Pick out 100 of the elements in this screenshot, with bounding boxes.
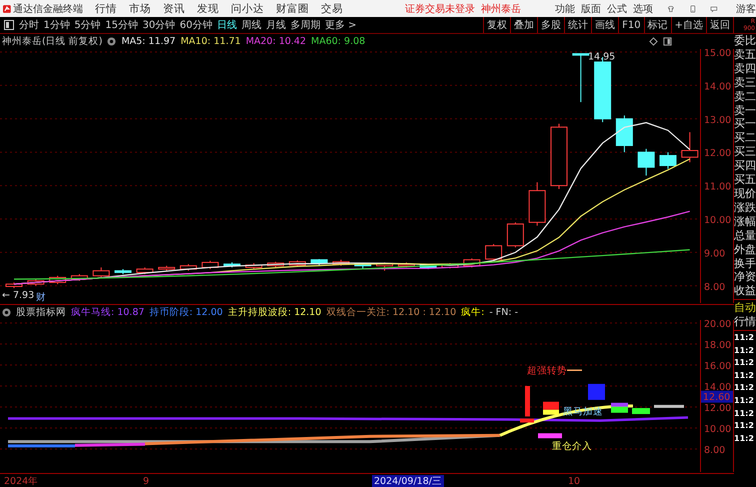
price-axis-label: 15.00 <box>704 49 732 59</box>
menu-item[interactable]: 公式 <box>606 2 627 16</box>
diamond-icon[interactable] <box>649 37 658 46</box>
candle <box>550 123 568 190</box>
user-label[interactable]: 游客 <box>736 2 756 16</box>
period-tab[interactable]: 分时 <box>19 18 39 32</box>
candle <box>27 278 44 286</box>
quote-label: 买三 <box>734 145 756 160</box>
period-tab[interactable]: 周线 <box>241 18 262 32</box>
quote-label: 外盘 <box>734 242 756 256</box>
phone-icon[interactable] <box>688 2 696 14</box>
quote-label: 卖五 <box>734 48 756 62</box>
legend-value: 疯牛: <box>461 306 484 319</box>
menu-item[interactable]: 选项 <box>632 2 653 16</box>
candle <box>376 262 394 272</box>
toolbar-button[interactable]: +自选 <box>670 17 706 33</box>
period-tab[interactable]: 月线 <box>266 18 286 32</box>
period-tab[interactable]: 更多 > <box>324 18 357 32</box>
candle <box>463 258 480 268</box>
quote-label: 买五 <box>734 173 756 187</box>
legend-value: 疯牛马线: 10.87 <box>71 306 144 319</box>
high-price-label: 14.95 <box>588 52 616 63</box>
quote-label: 净资 <box>734 270 756 284</box>
tick-time: 11:2 <box>734 357 755 370</box>
period-tab[interactable]: 多周期 <box>290 18 320 32</box>
candle <box>572 53 590 103</box>
period-tab[interactable]: 1分钟 <box>44 18 70 32</box>
price-axis-label: 14.00 <box>704 81 732 92</box>
price-axis-label: 11.00 <box>704 182 732 193</box>
candle <box>267 261 284 268</box>
finance-marker[interactable]: 财 <box>36 292 46 303</box>
signal-block <box>588 384 605 400</box>
settings-icon[interactable] <box>107 37 116 46</box>
menu-item[interactable]: 问小达 <box>230 2 264 16</box>
candle <box>398 262 415 268</box>
signal-mark <box>567 370 582 371</box>
candle <box>245 262 262 270</box>
indicator-annotation: 超强转势 <box>527 365 567 376</box>
tick-time: 11:2 <box>734 332 755 344</box>
legend-value: - FN: - <box>489 307 518 318</box>
menu-item[interactable]: 资讯 <box>162 2 185 16</box>
period-tab[interactable]: 60分钟 <box>180 18 212 32</box>
auto-label[interactable]: 自动 <box>734 301 756 316</box>
tick-time: 11:2 <box>734 382 755 394</box>
legend-value: MA10: 11.71 <box>180 36 241 47</box>
period-tab[interactable]: 日线 <box>216 18 237 32</box>
quote-label: 卖四 <box>734 62 756 76</box>
candle <box>70 274 88 282</box>
login-status[interactable]: 证券交易未登录 <box>404 2 475 16</box>
candle <box>638 148 655 176</box>
menu-item[interactable]: 发现 <box>196 2 219 16</box>
period-tab[interactable]: 15分钟 <box>105 18 138 32</box>
period-tab[interactable]: 30分钟 <box>142 18 176 32</box>
candle <box>49 275 66 285</box>
indicator-axis-label: 20.00 <box>704 320 732 330</box>
menu-item[interactable]: 市场 <box>128 2 151 16</box>
quote-label: 买四 <box>734 159 756 174</box>
current-value-tag: 12.60 <box>701 390 733 404</box>
chart-title: 神州泰岳(日线 前复权) <box>2 35 102 48</box>
quote-label: 卖二 <box>734 90 756 104</box>
quote-label: 卖三 <box>734 76 756 90</box>
quote-label: 卖一 <box>734 104 756 118</box>
time-axis-label: 2024年 <box>4 475 38 487</box>
quote-label: 涨幅 <box>734 214 756 229</box>
indicator-axis-label: 18.00 <box>704 340 732 351</box>
quote-tab-label[interactable]: 行情 <box>734 315 756 330</box>
candle <box>288 260 306 267</box>
indicator-title: 股票指标网 <box>16 306 66 319</box>
window-icon[interactable] <box>663 37 672 46</box>
time-axis-label: 9 <box>143 475 150 487</box>
legend-value: MA5: 11.97 <box>121 36 176 47</box>
menu-item[interactable]: 功能 <box>554 2 575 16</box>
tick-time: 11:2 <box>734 370 755 382</box>
tick-time: 11:2 <box>734 432 755 445</box>
menu-item[interactable]: 版面 <box>580 2 601 16</box>
menu-item[interactable]: 行情 <box>94 2 117 16</box>
indicator-axis-label: 10.00 <box>704 424 732 435</box>
tick-time: 11:2 <box>734 344 755 357</box>
candle <box>660 152 676 170</box>
candle <box>354 262 372 270</box>
price-axis-label: 13.00 <box>704 114 732 126</box>
panel-toggle-icon[interactable] <box>4 20 14 30</box>
quote-label: 买二 <box>734 131 756 146</box>
indicator-axis-label: 8.00 <box>704 445 726 456</box>
legend-value: MA60: 9.08 <box>311 36 366 47</box>
indicator-annotation: 重仓介入 <box>552 441 592 452</box>
quote-label: 收益 <box>734 284 756 298</box>
quote-label: 总量 <box>734 228 756 243</box>
candle <box>528 182 546 226</box>
candle <box>114 268 132 275</box>
candle <box>180 264 197 272</box>
settings-icon[interactable] <box>2 308 11 317</box>
legend-value: 主升持股波段: 12.10 <box>228 306 322 319</box>
period-tab[interactable]: 5分钟 <box>74 18 101 32</box>
candle <box>158 265 176 272</box>
candle <box>92 266 110 278</box>
menu-item[interactable]: 财富圈 <box>276 2 309 16</box>
menu-item[interactable]: 交易 <box>320 2 343 16</box>
legend-value: 双线合一关注: 12.10 : 12.10 <box>326 306 456 319</box>
signal-block <box>654 404 684 408</box>
